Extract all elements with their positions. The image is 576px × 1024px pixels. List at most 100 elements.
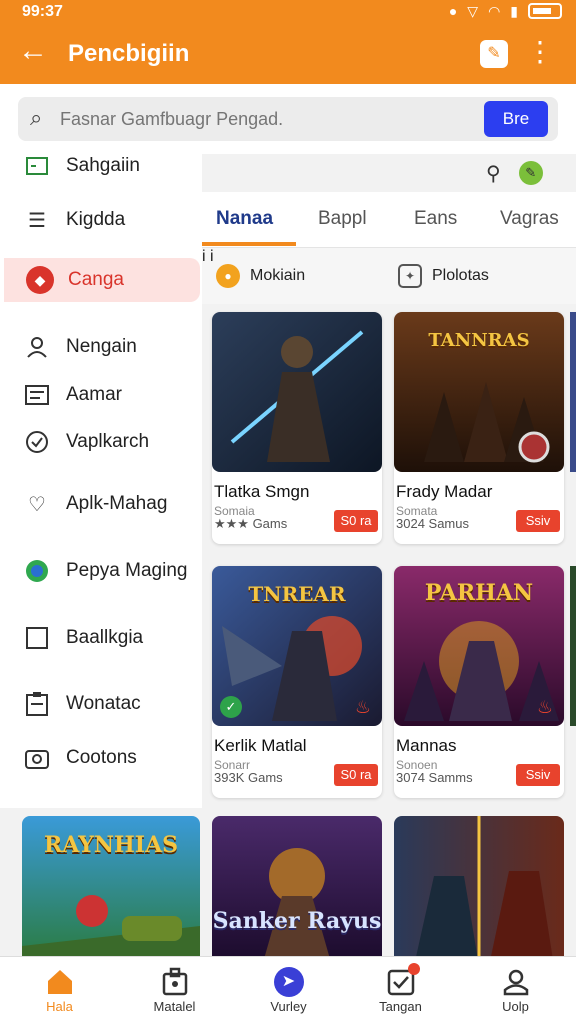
filter-mokiain[interactable]: ● Mokiain: [216, 264, 305, 288]
nav-label: Tangan: [379, 999, 422, 1014]
sidebar-item-label: Vaplkarch: [66, 431, 150, 452]
nav-vurley[interactable]: ➤ Vurley: [231, 957, 346, 1024]
sidebar-item-label: Wonatac: [66, 693, 141, 714]
heart-icon: ♡: [28, 493, 46, 516]
menu-icon: ☰: [28, 209, 46, 232]
info-icon[interactable]: i: [202, 248, 206, 265]
sidebar: Sahgaiin ☰ Kigdda ◆ Canga Nengain Aamar …: [0, 154, 202, 808]
compass-icon: ➤: [273, 967, 304, 997]
square-icon: [22, 623, 52, 653]
user-icon: [501, 967, 531, 997]
info-icon[interactable]: i: [210, 248, 214, 265]
nav-home[interactable]: Hala: [2, 957, 117, 1024]
nav-tangan[interactable]: Tangan: [343, 957, 458, 1024]
game-logo: TANNRAS: [428, 330, 530, 351]
tab-nanaa[interactable]: Nanaa: [216, 208, 273, 230]
search-box: ⌕ Bre: [18, 97, 558, 141]
search-input[interactable]: [60, 105, 480, 133]
check-badge-icon: ✓: [220, 696, 242, 718]
search-icon[interactable]: ⚲: [486, 161, 501, 186]
sidebar-item-vaplkarch[interactable]: Vaplkarch: [0, 420, 202, 464]
sidebar-item-sahgaiin[interactable]: Sahgaiin: [0, 144, 202, 188]
filter-bar: ● Mokiain i ✦ Plolotas i: [202, 248, 576, 304]
back-arrow-icon[interactable]: ←: [18, 36, 48, 66]
check-circle-icon: [22, 427, 52, 457]
book-icon: [22, 151, 52, 181]
sidebar-item-canga[interactable]: ◆ Canga: [4, 258, 200, 302]
person-icon: [22, 332, 52, 362]
sidebar-item-kigdda[interactable]: ☰ Kigdda: [0, 198, 202, 242]
price-button[interactable]: Ssiv: [516, 510, 560, 532]
nav-matalel[interactable]: Matalel: [117, 957, 232, 1024]
flame-icon: ♨: [354, 697, 372, 717]
game-card[interactable]: TANNRAS Frady Madar Somata 3024 Samus Ss…: [394, 312, 564, 544]
puzzle-icon: ✦: [398, 264, 422, 288]
tab-vagras[interactable]: Vagras: [500, 208, 559, 230]
sidebar-item-wonatac[interactable]: Wonatac: [0, 682, 202, 726]
nav-uolp[interactable]: Uolp: [458, 957, 573, 1024]
location-icon: ●: [448, 3, 458, 19]
list-icon: [22, 380, 52, 410]
filter-label: Mokiain: [250, 267, 306, 284]
sidebar-item-pepya-maging[interactable]: Pepya Maging: [0, 549, 202, 593]
sidebar-item-label: Aamar: [66, 384, 122, 405]
nav-label: Uolp: [502, 999, 529, 1014]
checkbox-icon: [386, 963, 420, 997]
game-cover-image: PARHAN ♨: [394, 566, 564, 726]
game-title: Frady Madar: [396, 482, 493, 501]
data-icon: ▽: [467, 3, 479, 19]
game-cover-image: TNREAR ✓ ♨: [212, 566, 382, 726]
game-subtitle: 3024 Samus: [396, 516, 469, 531]
game-cover-image[interactable]: Sanker Rayus: [212, 816, 382, 966]
coin-icon: ●: [216, 264, 240, 288]
game-cover-image[interactable]: [394, 816, 564, 966]
sidebar-item-label: Pepya Maging: [66, 560, 188, 581]
tab-bappl[interactable]: Bappl: [318, 208, 367, 230]
filter-plolotas[interactable]: ✦ Plolotas: [398, 264, 489, 288]
game-cover-image[interactable]: RAYNHIAS: [22, 816, 200, 966]
game-logo: PARHAN: [424, 580, 534, 606]
game-title: Kerlik Matlal: [214, 736, 307, 755]
tool-icon[interactable]: ✎: [518, 161, 543, 185]
sidebar-item-baallkgia[interactable]: Baallkgia: [0, 616, 202, 660]
sidebar-item-label: Nengain: [66, 336, 137, 357]
tab-bar: Nanaa Bappl Eans Vagras: [202, 192, 576, 248]
game-subtitle: ★★★ Gams: [214, 516, 288, 531]
game-logo: TNREAR: [248, 582, 346, 606]
signal-icon: ▮: [510, 3, 518, 19]
filter-label: Plolotas: [432, 267, 489, 284]
game-icon: ◆: [26, 266, 54, 294]
next-card-edge: [570, 566, 576, 726]
game-cover-image: [212, 312, 382, 472]
wifi-icon: ◠: [488, 3, 501, 19]
sidebar-item-label: Baallkgia: [66, 627, 144, 648]
status-time: 99:37: [22, 3, 63, 20]
tab-underline: [202, 242, 296, 246]
clipboard-icon: [22, 689, 52, 719]
game-logo: RAYNHIAS: [43, 832, 179, 858]
search-button[interactable]: Bre: [484, 101, 548, 137]
game-logo: Sanker Rayus: [212, 908, 382, 934]
price-button[interactable]: S0 ra: [334, 510, 378, 532]
game-card[interactable]: Tlatka Smgn Somaia ★★★ Gams S0 ra: [212, 312, 382, 544]
page-title: Pencbigiin: [68, 40, 190, 67]
sidebar-item-label: Kigdda: [66, 209, 126, 230]
home-icon: [45, 967, 75, 997]
tab-eans[interactable]: Eans: [414, 208, 457, 230]
status-bar: 99:37 ● ▽ ◠ ▮: [0, 0, 576, 24]
nav-label: Hala: [46, 999, 73, 1014]
sidebar-item-aplk-mahag[interactable]: ♡ Aplk-Mahag: [0, 482, 202, 526]
price-button[interactable]: S0 ra: [334, 764, 378, 786]
more-options-icon[interactable]: ⋮: [526, 34, 554, 70]
game-card[interactable]: PARHAN ♨ Mannas Sonoen 3074 Samms Ssiv: [394, 566, 564, 798]
sidebar-item-nengain[interactable]: Nengain: [0, 325, 202, 369]
game-subtitle: 393K Gams: [214, 770, 283, 785]
sidebar-item-label: Aplk-Mahag: [66, 493, 168, 514]
price-button[interactable]: Ssiv: [516, 764, 560, 786]
search-icon: ⌕: [30, 105, 43, 130]
sidebar-item-aamar[interactable]: Aamar: [0, 373, 202, 417]
game-card[interactable]: TNREAR ✓ ♨ Kerlik Matlal Sonarr 393K Gam…: [212, 566, 382, 798]
sidebar-item-cootons[interactable]: Cootons: [0, 736, 202, 780]
edit-icon[interactable]: ✎: [480, 40, 508, 68]
toolbar-icons: ⚲ ✎: [486, 154, 576, 192]
